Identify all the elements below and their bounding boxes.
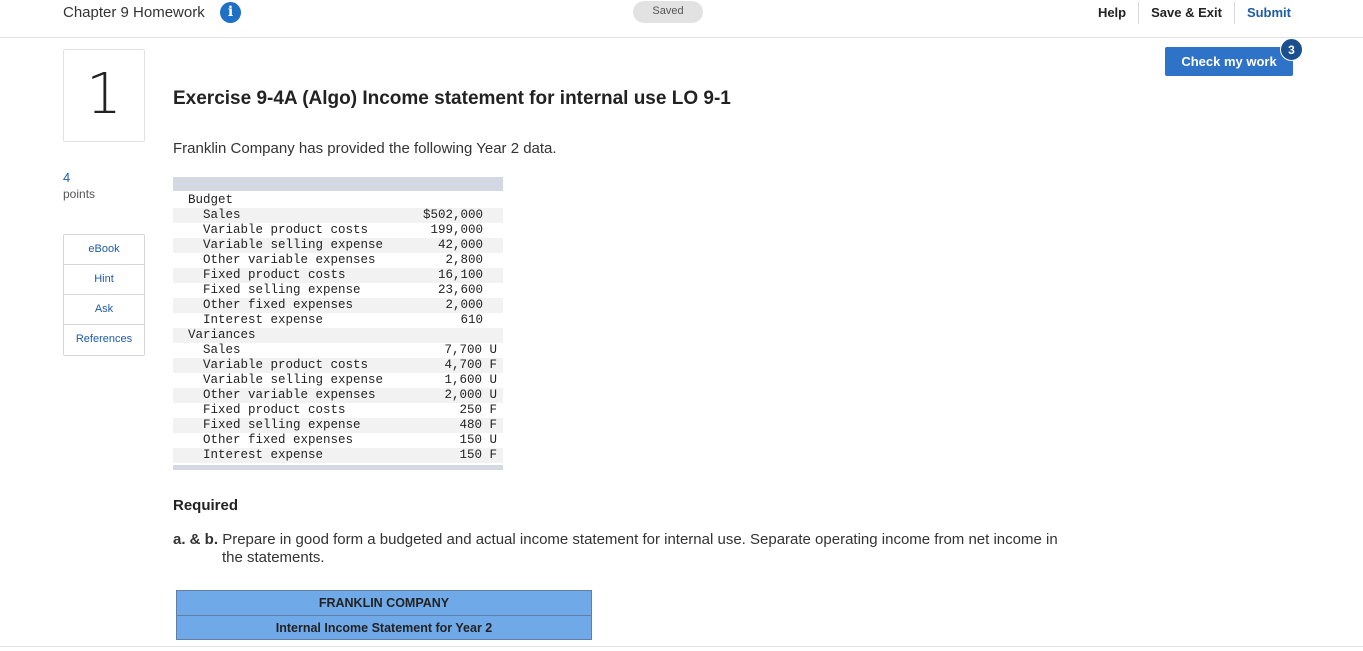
table-row: Interest expense 150 F [173, 448, 503, 463]
divider [0, 646, 1363, 647]
ask-tab[interactable]: Ask [64, 295, 144, 325]
exercise-title: Exercise 9-4A (Algo) Income statement fo… [173, 88, 731, 109]
table-row: Fixed selling expense 23,600 [173, 283, 503, 298]
table-top-bar [173, 177, 503, 191]
row-value: 23,600 [437, 283, 483, 297]
row-label: Fixed selling expense [203, 283, 361, 297]
row-label: Variable product costs [203, 223, 369, 237]
row-value: 199,000 [430, 223, 483, 237]
row-label: Variable product costs [203, 358, 369, 372]
table-row: Variable selling expense 42,000 [173, 238, 503, 253]
table-row: Interest expense 610 [173, 313, 503, 328]
row-value: 150 U [459, 433, 497, 447]
row-value: 610 [460, 313, 483, 327]
row-value: 16,100 [437, 268, 483, 282]
attempts-badge: 3 [1280, 38, 1303, 61]
table-row: Other variable expenses 2,000 U [173, 388, 503, 403]
table-row: Fixed product costs 16,100 [173, 268, 503, 283]
statement-title: Internal Income Statement for Year 2 [177, 615, 591, 639]
data-table: Budget Sales $502,000 Variable product co… [173, 177, 503, 470]
assignment-title: Chapter 9 Homework [63, 4, 205, 21]
company-name: FRANKLIN COMPANY [177, 591, 591, 615]
hint-tab[interactable]: Hint [64, 265, 144, 295]
row-label: Variable selling expense [203, 238, 384, 252]
row-label: Other fixed expenses [203, 298, 354, 312]
row-value: $502,000 [422, 208, 483, 222]
row-value: 2,000 [445, 298, 483, 312]
saved-status-badge: Saved [633, 1, 703, 23]
table-row: Other variable expenses 2,800 [173, 253, 503, 268]
save-exit-link[interactable]: Save & Exit [1139, 4, 1234, 22]
required-heading: Required [173, 497, 239, 514]
row-label: Interest expense [203, 448, 324, 462]
row-value: 480 F [459, 418, 497, 432]
section-heading: Variances [188, 328, 256, 342]
variances-heading-row: Variances [173, 328, 503, 343]
row-label: Interest expense [203, 313, 324, 327]
row-value: 150 F [459, 448, 497, 462]
table-row: Other fixed expenses 2,000 [173, 298, 503, 313]
table-row: Fixed product costs 250 F [173, 403, 503, 418]
table-row: Variable selling expense 1,600 U [173, 373, 503, 388]
table-row: Variable product costs 4,700 F [173, 358, 503, 373]
points-value: 4 [63, 170, 71, 185]
row-value: 2,000 U [444, 388, 497, 402]
submit-link[interactable]: Submit [1235, 4, 1291, 22]
check-my-work-button[interactable]: Check my work [1165, 47, 1293, 76]
ebook-tab[interactable]: eBook [64, 235, 144, 265]
table-row: Sales $502,000 [173, 208, 503, 223]
row-label: Fixed selling expense [203, 418, 361, 432]
income-statement-header: FRANKLIN COMPANY Internal Income Stateme… [176, 590, 592, 640]
header-links: Help Save & Exit Submit [1086, 2, 1291, 24]
intro-text: Franklin Company has provided the follow… [173, 140, 557, 157]
row-label: Sales [203, 343, 241, 357]
row-label: Sales [203, 208, 241, 222]
question-number-box: 1 [63, 49, 145, 142]
help-link[interactable]: Help [1086, 4, 1138, 22]
row-value: 42,000 [437, 238, 483, 252]
references-tab[interactable]: References [64, 325, 144, 355]
row-label: Fixed product costs [203, 403, 346, 417]
top-bar: Chapter 9 Homework i Saved Help Save & E… [0, 0, 1363, 38]
row-label: Variable selling expense [203, 373, 384, 387]
row-label: Other variable expenses [203, 388, 376, 402]
row-value: 2,800 [445, 253, 483, 267]
table-body: Budget Sales $502,000 Variable product co… [173, 191, 503, 465]
row-label: Other fixed expenses [203, 433, 354, 447]
info-icon[interactable]: i [220, 2, 241, 23]
part-label: a. & b. [173, 531, 219, 548]
instructions-line-2: the statements. [222, 549, 325, 566]
row-value: 250 F [459, 403, 497, 417]
required-instructions: a. & b. Prepare in good form a budgeted … [173, 531, 1123, 549]
points-label: points [63, 187, 96, 201]
row-value: 4,700 F [444, 358, 497, 372]
row-value: 7,700 U [444, 343, 497, 357]
instructions-line-1: Prepare in good form a budgeted and actu… [222, 531, 1058, 548]
table-row: Sales 7,700 U [173, 343, 503, 358]
section-heading: Budget [188, 193, 234, 207]
table-bottom-bar [173, 465, 503, 470]
row-value: 1,600 U [444, 373, 497, 387]
table-row: Other fixed expenses 150 U [173, 433, 503, 448]
table-row: Fixed selling expense 480 F [173, 418, 503, 433]
resource-tabs: eBook Hint Ask References [63, 234, 145, 356]
question-number: 1 [86, 62, 122, 127]
row-label: Other variable expenses [203, 253, 376, 267]
budget-heading-row: Budget [173, 193, 503, 208]
row-label: Fixed product costs [203, 268, 346, 282]
table-row: Variable product costs 199,000 [173, 223, 503, 238]
